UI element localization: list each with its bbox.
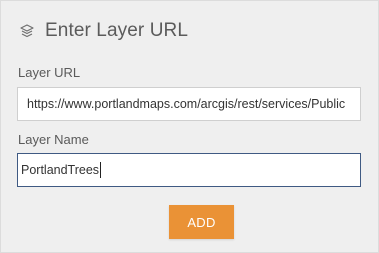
enter-layer-url-panel: Enter Layer URL Layer URL https://www.po…	[0, 0, 379, 253]
text-cursor	[100, 162, 102, 178]
layer-name-value: PortlandTrees	[21, 163, 100, 177]
layer-url-label: Layer URL	[18, 65, 81, 80]
layer-url-input[interactable]: https://www.portlandmaps.com/arcgis/rest…	[17, 87, 361, 121]
layer-name-label: Layer Name	[18, 132, 89, 147]
add-button[interactable]: ADD	[169, 205, 234, 239]
layer-name-input[interactable]: PortlandTrees	[17, 153, 361, 187]
layer-url-value: https://www.portlandmaps.com/arcgis/rest…	[27, 97, 346, 111]
panel-header: Enter Layer URL	[17, 18, 188, 44]
panel-title: Enter Layer URL	[45, 20, 189, 41]
layers-icon	[17, 21, 37, 41]
